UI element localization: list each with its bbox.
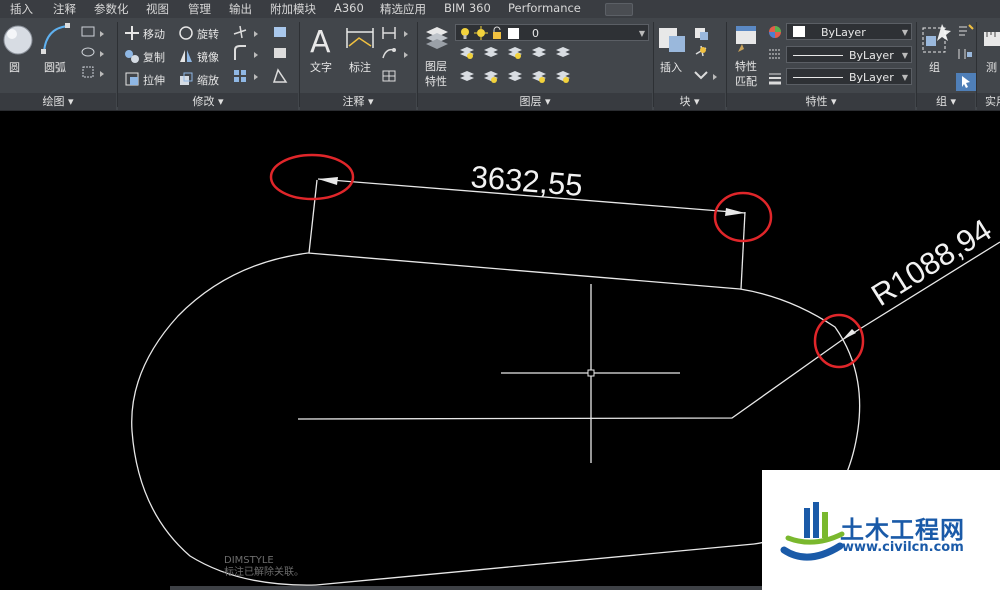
arc-label: 圆弧 xyxy=(44,61,66,74)
tab-addins[interactable]: 附加模块 xyxy=(270,1,316,17)
watermark-url: www.civilcn.com xyxy=(842,540,964,555)
stretch-icon[interactable] xyxy=(124,71,140,87)
dimension-icon[interactable] xyxy=(345,24,375,54)
horizontal-scrollbar[interactable] xyxy=(170,586,770,590)
move-icon[interactable] xyxy=(124,25,140,41)
slot-top-edge xyxy=(307,252,741,290)
properties-panel-title[interactable]: 特性 ▾ xyxy=(727,93,915,110)
tab-performance[interactable]: Performance xyxy=(508,1,581,15)
layer-dropdown[interactable]: 0 ▼ xyxy=(455,24,649,41)
circle-label: 圆 xyxy=(9,61,20,74)
insert-label: 插入 xyxy=(660,61,682,74)
copy-label: 复制 xyxy=(143,51,165,64)
tab-output[interactable]: 输出 xyxy=(229,1,252,17)
current-layer-name: 0 xyxy=(532,27,539,40)
layer-properties-label-2: 特性 xyxy=(425,75,447,88)
dimension-arrow-right xyxy=(725,208,745,216)
annotation-panel-title[interactable]: 注释 ▾ xyxy=(300,93,416,110)
color-swatch xyxy=(793,26,805,37)
draw-small-tools-icon[interactable] xyxy=(80,24,110,86)
slot-left-arc xyxy=(131,252,317,586)
block-panel-title[interactable]: 块 ▾ xyxy=(654,93,725,110)
stretch-label: 拉伸 xyxy=(143,74,165,87)
tab-featured-apps[interactable]: 精选应用 xyxy=(380,1,426,17)
move-label: 移动 xyxy=(143,28,165,41)
group-label: 组 xyxy=(929,61,940,74)
lineweight-preview xyxy=(793,77,843,78)
mirror-icon[interactable] xyxy=(178,48,194,64)
highlight-circle-right xyxy=(713,191,773,243)
extension-line-right xyxy=(740,211,746,290)
panel-toggle-icon[interactable] xyxy=(605,3,633,16)
scale-icon[interactable] xyxy=(178,71,194,87)
measure-icon[interactable] xyxy=(982,26,1000,56)
rotate-label: 旋转 xyxy=(197,28,219,41)
layer-state-icons xyxy=(461,26,519,40)
modify-panel-title[interactable]: 修改 ▾ xyxy=(118,93,298,110)
ribbon: 圆 圆弧 绘图 ▾ 移动 旋转 复制 镜像 拉伸 缩放 修改 ▾ A 文字 标注… xyxy=(0,18,1000,111)
measure-label: 测 xyxy=(986,61,997,74)
lineweight-dropdown[interactable]: ByLayer ▼ xyxy=(786,68,912,85)
tab-parametric[interactable]: 参数化 xyxy=(94,1,129,17)
scale-label: 缩放 xyxy=(197,74,219,87)
dimension-arrow-left xyxy=(318,177,338,185)
layer-properties-icon[interactable] xyxy=(424,24,450,54)
tab-manage[interactable]: 管理 xyxy=(188,1,211,17)
tab-view[interactable]: 视图 xyxy=(146,1,169,17)
rotate-icon[interactable] xyxy=(178,25,194,41)
color-dropdown[interactable]: ByLayer ▼ xyxy=(786,23,912,40)
tab-a360[interactable]: A360 xyxy=(334,1,364,15)
tab-annotate[interactable]: 注释 xyxy=(53,1,76,17)
command-line-2: 标注已解除关联。 xyxy=(224,567,304,578)
crosshair-pickbox xyxy=(587,369,595,377)
tab-bim360[interactable]: BIM 360 xyxy=(444,1,491,15)
insert-block-icon[interactable] xyxy=(657,24,687,54)
annotation-small-tools-icon[interactable] xyxy=(380,24,414,88)
linetype-value: ByLayer xyxy=(849,49,894,62)
text-icon[interactable]: A xyxy=(307,24,337,56)
command-line-1: DIMSTYLE xyxy=(224,555,274,566)
tab-insert[interactable]: 插入 xyxy=(10,1,33,17)
layer-tool-icons[interactable] xyxy=(458,44,648,88)
highlight-circle-radius xyxy=(813,313,865,369)
color-value: ByLayer xyxy=(821,26,866,39)
draw-panel-title[interactable]: 绘图 ▾ xyxy=(0,93,116,110)
radius-arrow xyxy=(842,329,856,340)
linear-dimension-text: 3632,55 xyxy=(469,159,584,203)
dimension-label: 标注 xyxy=(349,61,371,74)
groups-panel-title[interactable]: 组 ▾ xyxy=(917,93,975,110)
arc-icon[interactable] xyxy=(40,22,72,56)
group-icon[interactable] xyxy=(920,22,952,56)
linetype-dropdown[interactable]: ByLayer ▼ xyxy=(786,46,912,63)
lineweight-value: ByLayer xyxy=(849,71,894,84)
circle-icon[interactable] xyxy=(2,24,34,56)
property-type-icons xyxy=(769,26,781,85)
ribbon-tab-bar: 插入 注释 参数化 视图 管理 输出 附加模块 A360 精选应用 BIM 36… xyxy=(0,0,1000,18)
layer-properties-label-1: 图层 xyxy=(425,60,447,73)
block-small-tools-icon[interactable] xyxy=(693,26,721,90)
watermark-logo: 土木工程网 www.civilcn.com xyxy=(762,470,1000,590)
text-label: 文字 xyxy=(310,61,332,74)
layers-panel-title[interactable]: 图层 ▾ xyxy=(418,93,652,110)
highlight-circle-left xyxy=(269,153,355,201)
command-history: DIMSTYLE 标注已解除关联。 xyxy=(224,555,304,579)
modify-small-tools-icon[interactable] xyxy=(232,24,292,88)
match-properties-label-1: 特性 xyxy=(735,60,757,73)
svg-text:A: A xyxy=(310,25,331,56)
extension-line-left xyxy=(308,179,318,254)
copy-icon[interactable] xyxy=(124,48,140,64)
linetype-preview xyxy=(793,55,843,56)
mirror-label: 镜像 xyxy=(197,51,219,64)
match-properties-icon[interactable] xyxy=(732,24,762,54)
match-properties-label-2: 匹配 xyxy=(735,75,757,88)
radius-dimension-text: R1088,94 xyxy=(865,212,998,313)
utilities-panel-title[interactable]: 实用 xyxy=(977,93,1000,110)
slot-bottom-edge xyxy=(315,543,755,586)
group-small-tools-icon[interactable] xyxy=(955,23,977,91)
